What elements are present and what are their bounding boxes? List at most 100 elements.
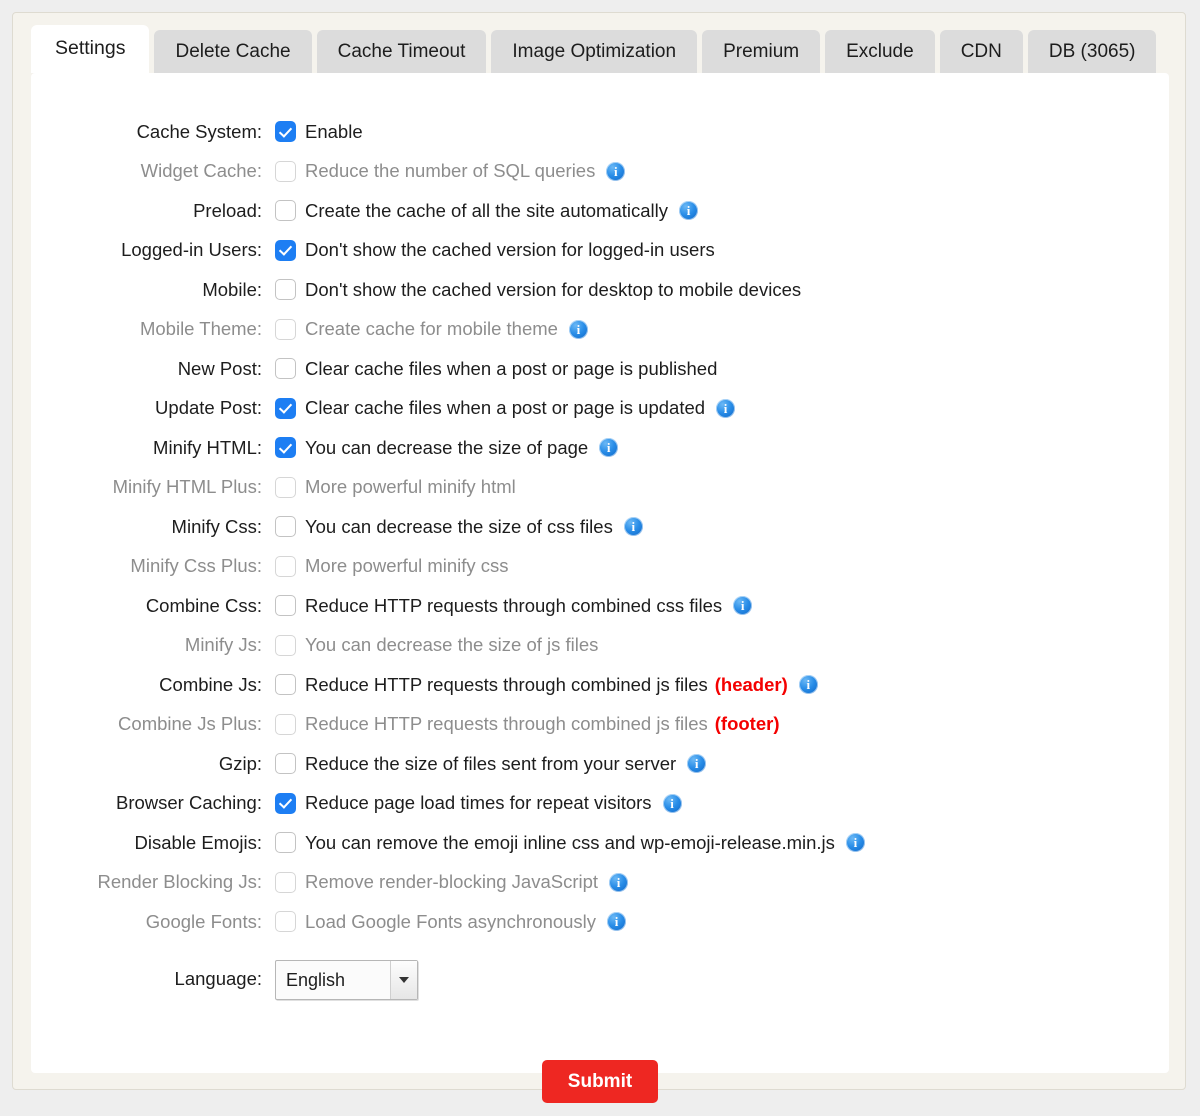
setting-description-new-post: Clear cache files when a post or page is… bbox=[305, 357, 718, 379]
setting-row-widget-cache: Widget Cache: Reduce the number of SQL qu… bbox=[31, 152, 1169, 192]
setting-label-combine-css: Combine Css: bbox=[145, 594, 262, 616]
submit-button[interactable]: Submit bbox=[541, 1059, 659, 1103]
setting-row-update-post: Update Post: Clear cache files when a pos… bbox=[31, 389, 1169, 429]
tab-label: DB (3065) bbox=[1048, 41, 1136, 62]
language-select[interactable]: English bbox=[275, 959, 418, 1000]
checkbox-update-post[interactable] bbox=[275, 397, 296, 419]
setting-description-minify-html: You can decrease the size of page bbox=[305, 436, 589, 458]
tab-label: CDN bbox=[960, 41, 1002, 62]
setting-description-update-post: Clear cache files when a post or page is… bbox=[305, 397, 706, 418]
checkbox-cache-system[interactable] bbox=[275, 121, 296, 143]
checkbox-minify-html[interactable] bbox=[275, 437, 296, 459]
setting-label-logged-in-users: Logged-in Users: bbox=[121, 239, 262, 260]
info-icon[interactable] bbox=[623, 517, 643, 537]
setting-label-combine-js: Combine Js: bbox=[159, 673, 262, 695]
info-icon[interactable] bbox=[733, 596, 753, 616]
tab-image-optimization[interactable]: Image Optimization bbox=[491, 30, 698, 73]
checkbox-google-fonts bbox=[275, 911, 296, 933]
setting-description-preload: Create the cache of all the site automat… bbox=[305, 199, 668, 221]
setting-description-gzip: Reduce the size of files sent from your … bbox=[305, 752, 677, 774]
checkbox-new-post[interactable] bbox=[275, 358, 296, 380]
submit-row: Submit bbox=[31, 1059, 1169, 1103]
setting-description-minify-html-plus: More powerful minify html bbox=[305, 476, 516, 497]
info-icon[interactable] bbox=[662, 793, 682, 813]
setting-label-new-post: New Post: bbox=[177, 357, 262, 379]
setting-label-cache-system: Cache System: bbox=[136, 120, 262, 142]
info-icon[interactable] bbox=[607, 912, 627, 932]
setting-row-render-blocking-js: Render Blocking Js: Remove render-blockin… bbox=[31, 863, 1169, 903]
tab-label: Settings bbox=[55, 37, 126, 60]
settings-frame: Settings Delete Cache Cache Timeout Image O… bbox=[12, 12, 1186, 1103]
tab-cache-timeout[interactable]: Cache Timeout bbox=[316, 30, 487, 73]
setting-label-gzip: Gzip: bbox=[218, 752, 262, 774]
setting-description-combine-js: Reduce HTTP requests through combined js… bbox=[305, 673, 708, 695]
tab-exclude[interactable]: Exclude bbox=[825, 30, 935, 73]
setting-description-cache-system: Enable bbox=[305, 120, 363, 142]
setting-description-minify-css: You can decrease the size of css files bbox=[305, 515, 613, 537]
setting-description-browser-caching: Reduce page load times for repeat visito… bbox=[305, 792, 652, 813]
setting-label-browser-caching: Browser Caching: bbox=[115, 792, 262, 813]
setting-label-minify-js: Minify Js: bbox=[184, 634, 262, 655]
tab-label: Exclude bbox=[846, 41, 914, 62]
tab-label: Cache Timeout bbox=[337, 41, 466, 62]
setting-description-widget-cache: Reduce the number of SQL queries bbox=[305, 160, 596, 181]
language-row: Language: English bbox=[31, 950, 1169, 1010]
checkbox-disable-emojis[interactable] bbox=[275, 832, 296, 854]
setting-row-google-fonts: Google Fonts: Load Google Fonts asynchron… bbox=[31, 902, 1169, 942]
checkbox-mobile[interactable] bbox=[275, 279, 296, 301]
setting-suffix-combine-js: (header) bbox=[714, 673, 788, 695]
tab-label: Image Optimization bbox=[512, 41, 677, 62]
setting-label-minify-css-plus: Minify Css Plus: bbox=[130, 555, 262, 576]
tab-db-3065[interactable]: DB (3065) bbox=[1027, 30, 1157, 73]
settings-rows: Cache System: Enable Widget Cache: Reduce t… bbox=[31, 112, 1169, 1103]
checkbox-minify-css[interactable] bbox=[275, 516, 296, 538]
setting-row-combine-css: Combine Css: Reduce HTTP requests through… bbox=[31, 586, 1169, 626]
checkbox-combine-js-plus bbox=[275, 713, 296, 735]
chevron-down-icon[interactable] bbox=[390, 960, 417, 999]
checkbox-minify-css-plus bbox=[275, 555, 296, 577]
setting-row-mobile: Mobile: Don't show the cached version for… bbox=[31, 270, 1169, 310]
info-icon[interactable] bbox=[845, 833, 865, 853]
setting-label-minify-html-plus: Minify HTML Plus: bbox=[112, 476, 262, 497]
setting-suffix-combine-js-plus: (footer) bbox=[714, 713, 780, 734]
checkbox-logged-in-users[interactable] bbox=[275, 239, 296, 261]
settings-panel: Cache System: Enable Widget Cache: Reduce t… bbox=[31, 73, 1169, 1103]
info-icon[interactable] bbox=[716, 398, 736, 418]
setting-row-disable-emojis: Disable Emojis: You can remove the emoji … bbox=[31, 823, 1169, 863]
setting-label-preload: Preload: bbox=[193, 199, 262, 221]
tab-cdn[interactable]: CDN bbox=[939, 30, 1023, 73]
setting-description-mobile-theme: Create cache for mobile theme bbox=[305, 318, 558, 339]
setting-description-minify-css-plus: More powerful minify css bbox=[305, 555, 509, 576]
info-icon[interactable] bbox=[568, 319, 588, 339]
setting-row-gzip: Gzip: Reduce the size of files sent from … bbox=[31, 744, 1169, 784]
checkbox-combine-js[interactable] bbox=[275, 674, 296, 696]
setting-row-minify-js: Minify Js: You can decrease the size of j… bbox=[31, 626, 1169, 666]
setting-description-mobile: Don't show the cached version for deskto… bbox=[305, 278, 802, 300]
setting-description-disable-emojis: You can remove the emoji inline css and … bbox=[305, 831, 835, 853]
setting-row-minify-css: Minify Css: You can decrease the size of … bbox=[31, 507, 1169, 547]
setting-label-google-fonts: Google Fonts: bbox=[145, 910, 262, 932]
tab-settings[interactable]: Settings bbox=[31, 25, 150, 73]
checkbox-gzip[interactable] bbox=[275, 753, 296, 775]
info-icon[interactable] bbox=[687, 754, 707, 774]
checkbox-preload[interactable] bbox=[275, 200, 296, 222]
checkbox-browser-caching[interactable] bbox=[275, 792, 296, 814]
setting-row-combine-js-plus: Combine Js Plus: Reduce HTTP requests thr… bbox=[31, 705, 1169, 745]
setting-label-mobile-theme: Mobile Theme: bbox=[139, 318, 262, 339]
setting-row-minify-html: Minify HTML: You can decrease the size of… bbox=[31, 428, 1169, 468]
setting-row-new-post: New Post: Clear cache files when a post o… bbox=[31, 349, 1169, 389]
setting-label-widget-cache: Widget Cache: bbox=[140, 160, 262, 181]
setting-label-minify-css: Minify Css: bbox=[171, 515, 262, 537]
setting-label-minify-html: Minify HTML: bbox=[153, 436, 262, 458]
tab-delete-cache[interactable]: Delete Cache bbox=[154, 30, 312, 73]
info-icon[interactable] bbox=[679, 201, 698, 221]
setting-description-logged-in-users: Don't show the cached version for logged… bbox=[305, 239, 715, 260]
tab-premium[interactable]: Premium bbox=[702, 30, 821, 73]
setting-row-combine-js: Combine Js: Reduce HTTP requests through … bbox=[31, 665, 1169, 705]
info-icon[interactable] bbox=[606, 161, 626, 181]
info-icon[interactable] bbox=[798, 675, 818, 695]
checkbox-combine-css[interactable] bbox=[275, 595, 296, 617]
tab-bar: Settings Delete Cache Cache Timeout Image O… bbox=[31, 25, 1157, 73]
info-icon[interactable] bbox=[599, 438, 619, 458]
info-icon[interactable] bbox=[609, 872, 629, 892]
